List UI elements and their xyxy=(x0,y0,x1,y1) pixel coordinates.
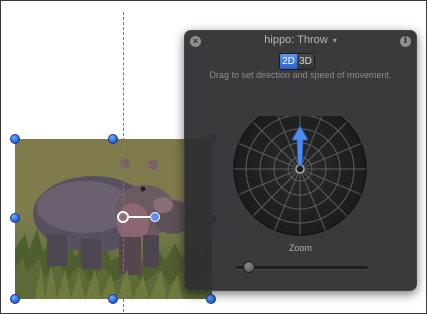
dial-center xyxy=(295,164,305,174)
motion-guide-line xyxy=(123,12,124,312)
zoom-slider-thumb[interactable] xyxy=(243,261,256,273)
hud-hint-text: Drag to set direction and speed of movem… xyxy=(209,70,392,80)
mode-3d-button[interactable]: 3D xyxy=(297,54,314,69)
hippo-image[interactable] xyxy=(15,139,212,299)
mode-segmented-control: 2D 3D xyxy=(279,53,315,70)
resize-handle-bottom-right[interactable] xyxy=(206,294,216,304)
resize-handle-top[interactable] xyxy=(108,134,118,144)
direction-dial[interactable] xyxy=(233,116,367,238)
zoom-label: Zoom xyxy=(288,243,312,253)
hud-title[interactable]: hippo: Throw ▾ xyxy=(184,34,417,46)
hud-title-text: hippo: Throw xyxy=(264,34,328,46)
info-icon[interactable]: i xyxy=(400,36,411,47)
anchor-point[interactable] xyxy=(117,211,129,223)
resize-handle-left[interactable] xyxy=(10,213,20,223)
mode-2d-button[interactable]: 2D xyxy=(280,54,297,69)
hippo-picture xyxy=(15,158,212,299)
zoom-slider-track[interactable] xyxy=(236,266,368,269)
resize-handle-bottom-left[interactable] xyxy=(10,294,20,304)
resize-handle-top-left[interactable] xyxy=(10,134,20,144)
chevron-down-icon[interactable]: ▾ xyxy=(333,36,337,45)
direction-control-knob[interactable] xyxy=(150,212,160,222)
resize-handle-bottom[interactable] xyxy=(108,294,118,304)
throw-hud-panel: × hippo: Throw ▾ i 2D 3D Drag to set dire… xyxy=(184,30,417,291)
